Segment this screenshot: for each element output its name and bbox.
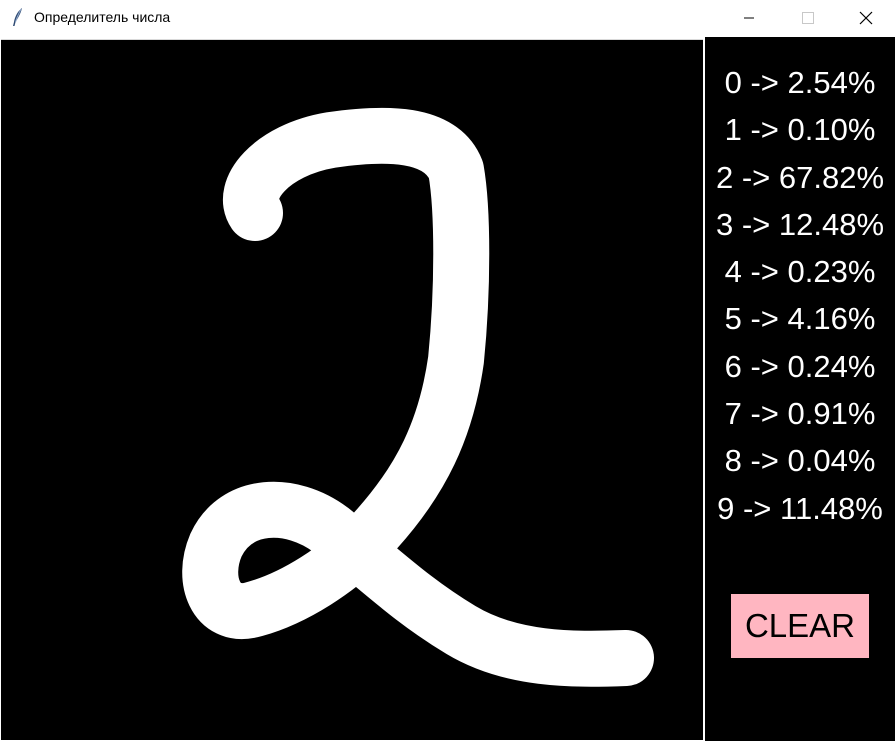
prediction-panel: 0 -> 2.54% 1 -> 0.10% 2 -> 67.82% 3 -> 1… — [705, 37, 895, 741]
maximize-button[interactable] — [785, 0, 831, 36]
handwritten-digit-stroke — [182, 107, 654, 687]
prediction-row-1: 1 -> 0.10% — [724, 112, 876, 148]
clear-button[interactable]: CLEAR — [731, 594, 869, 658]
prediction-row-7: 7 -> 0.91% — [724, 396, 876, 432]
feather-icon — [9, 7, 27, 27]
app-window: Определитель числа 0 -> 2.54% 1 -> 0.10%… — [0, 0, 895, 741]
title-bar[interactable]: Определитель числа — [0, 0, 895, 36]
minimize-icon — [743, 12, 755, 24]
prediction-list: 0 -> 2.54% 1 -> 0.10% 2 -> 67.82% 3 -> 1… — [705, 64, 895, 537]
window-title: Определитель числа — [34, 9, 171, 25]
prediction-row-5: 5 -> 4.16% — [724, 301, 876, 337]
drawing-canvas[interactable] — [1, 39, 703, 740]
minimize-button[interactable] — [726, 0, 772, 36]
prediction-row-9: 9 -> 11.48% — [717, 490, 883, 526]
prediction-row-2: 2 -> 67.82% — [715, 159, 885, 195]
prediction-row-6: 6 -> 0.24% — [724, 348, 876, 384]
maximize-icon — [802, 12, 814, 24]
prediction-row-8: 8 -> 0.04% — [724, 443, 876, 479]
prediction-row-3: 3 -> 12.48% — [715, 206, 885, 242]
close-button[interactable] — [843, 0, 889, 36]
prediction-row-0: 0 -> 2.54% — [724, 65, 876, 100]
prediction-row-4: 4 -> 0.23% — [724, 254, 876, 290]
close-icon — [859, 11, 873, 25]
